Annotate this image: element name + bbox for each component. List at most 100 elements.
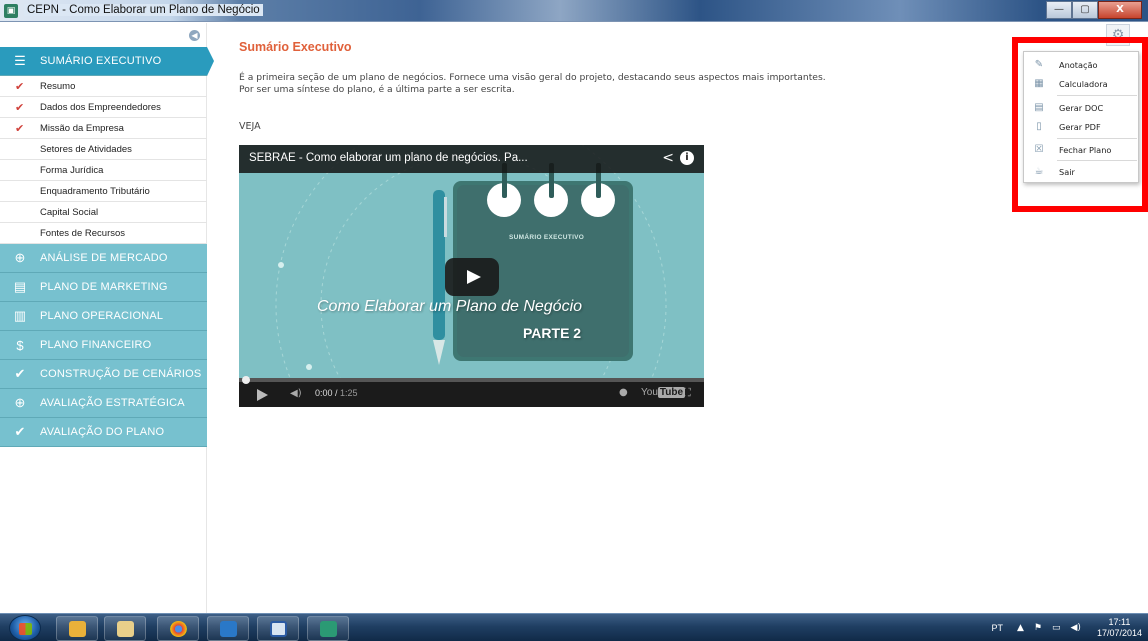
section-label: SUMÁRIO EXECUTIVO [40, 55, 162, 67]
subitem-label: Resumo [40, 81, 76, 92]
collapse-icon[interactable]: ◀ [189, 30, 200, 41]
folder-icon [117, 621, 134, 637]
highlight-box [1012, 37, 1148, 212]
taskbar-app-word[interactable] [257, 616, 299, 641]
sidebar-section-construcao-cenarios[interactable]: ✔ CONSTRUÇÃO DE CENÁRIOS [0, 360, 207, 389]
action-center-icon[interactable]: ⚑ [1034, 623, 1042, 633]
show-hidden-icons-icon[interactable]: ▲ [1017, 623, 1024, 633]
clipboard-icon: ▥ [13, 308, 27, 323]
taskbar-app-outlook[interactable] [56, 616, 98, 641]
subitem-label: Setores de Atividades [40, 144, 132, 155]
taskbar: PT ▲ ⚑ ▭ ◀) 17:11 17/07/2014 [0, 613, 1148, 641]
video-overlay-label: SUMÁRIO EXECUTIVO [509, 234, 585, 241]
share-icon[interactable]: < [662, 150, 674, 166]
progress-handle[interactable] [242, 376, 250, 384]
check-icon: ✔ [14, 366, 26, 381]
sidebar-subitem-setores[interactable]: Setores de Atividades [0, 140, 207, 160]
cepn-app-icon [320, 621, 337, 637]
sidebar-subitem-fontes-recursos[interactable]: Fontes de Recursos [0, 224, 207, 244]
start-button[interactable] [9, 615, 41, 641]
window-titlebar: ▣ CEPN - Como Elaborar um Plano de Negóc… [0, 0, 1148, 22]
taskbar-app-lp[interactable] [207, 616, 249, 641]
sidebar-section-avaliacao-plano[interactable]: ✔ AVALIAÇÃO DO PLANO [0, 418, 207, 447]
section-label: AVALIAÇÃO DO PLANO [40, 426, 165, 438]
word-icon [270, 621, 287, 637]
sidebar-subitem-missao[interactable]: ✔ Missão da Empresa [0, 119, 207, 139]
section-description: É a primeira seção de um plano de negóci… [239, 72, 939, 95]
clock-date: 17/07/2014 [1096, 628, 1142, 638]
system-tray: PT ▲ ⚑ ▭ ◀) 17:11 17/07/2014 [991, 614, 1142, 641]
close-button[interactable]: X [1098, 1, 1142, 19]
video-title[interactable]: SEBRAE - Como elaborar um plano de negóc… [249, 152, 528, 164]
sidebar-section-analise-mercado[interactable]: ⊕ ANÁLISE DE MERCADO [0, 244, 207, 273]
sidebar-subitem-resumo[interactable]: ✔ Resumo [0, 77, 207, 97]
dollar-icon: $ [16, 337, 24, 353]
page-title: Sumário Executivo [239, 40, 352, 54]
minimize-button[interactable]: — [1046, 1, 1072, 19]
play-control-icon[interactable] [257, 389, 268, 401]
chat-icon: ▤ [13, 279, 27, 294]
taskbar-app-explorer[interactable] [104, 616, 146, 641]
subitem-label: Fontes de Recursos [40, 228, 126, 239]
youtube-logo[interactable]: You Tube [641, 387, 686, 398]
subitem-label: Missão da Empresa [40, 123, 124, 134]
section-label: ANÁLISE DE MERCADO [40, 252, 168, 264]
network-icon[interactable]: ▭ [1052, 623, 1061, 633]
taskbar-app-chrome[interactable] [157, 616, 199, 641]
windows-logo-icon [19, 623, 32, 635]
sidebar-section-plano-operacional[interactable]: ▥ PLANO OPERACIONAL [0, 302, 207, 331]
globe-icon: ⊕ [14, 250, 26, 265]
outlook-icon [69, 621, 86, 637]
section-label: AVALIAÇÃO ESTRATÉGICA [40, 397, 185, 409]
app-icon: ▣ [4, 4, 18, 18]
volume-tray-icon[interactable]: ◀) [1071, 623, 1081, 633]
language-indicator[interactable]: PT [991, 623, 1003, 633]
video-overlay-title: Como Elaborar um Plano de Negócio [317, 298, 583, 315]
maximize-button[interactable]: ▢ [1072, 1, 1098, 19]
settings-icon[interactable]: ● [619, 387, 628, 398]
sidebar-section-avaliacao-estrategica[interactable]: ⊕ AVALIAÇÃO ESTRATÉGICA [0, 389, 207, 418]
subitem-label: Forma Jurídica [40, 165, 104, 176]
video-time: 0:00 / 1:25 [315, 388, 358, 398]
sidebar-subitem-forma-juridica[interactable]: Forma Jurídica [0, 161, 207, 181]
check-icon: ✔ [15, 81, 25, 93]
check-icon: ✔ [14, 424, 26, 439]
subitem-label: Enquadramento Tributário [40, 186, 150, 197]
list-icon: ☰ [14, 53, 26, 68]
sidebar-subitem-capital-social[interactable]: Capital Social [0, 203, 207, 223]
video-controls: ◀) 0:00 / 1:25 ● You Tube ⛶ [239, 378, 704, 407]
veja-label: VEJA [239, 121, 261, 132]
lp-app-icon [220, 621, 237, 637]
video-progress-bar[interactable] [239, 376, 704, 384]
section-label: PLANO FINANCEIRO [40, 339, 152, 351]
sidebar-subitem-dados-empreendedores[interactable]: ✔ Dados dos Empreendedores [0, 98, 207, 118]
fullscreen-icon[interactable]: ⛶ [683, 386, 691, 400]
video-title-bar: SEBRAE - Como elaborar um plano de negóc… [239, 145, 704, 173]
crosshair-icon: ⊕ [14, 395, 26, 410]
video-overlay-part: PARTE 2 [523, 325, 582, 341]
subitem-label: Dados dos Empreendedores [40, 102, 161, 113]
sidebar-section-plano-marketing[interactable]: ▤ PLANO DE MARKETING [0, 273, 207, 302]
info-icon[interactable]: i [680, 151, 694, 165]
sidebar-section-plano-financeiro[interactable]: $ PLANO FINANCEIRO [0, 331, 207, 360]
chrome-icon [170, 621, 187, 637]
clock-time: 17:11 [1108, 617, 1131, 627]
check-icon: ✔ [15, 102, 25, 114]
check-icon: ✔ [15, 123, 25, 135]
description-line-2: Por ser uma síntese do plano, é a última… [239, 83, 515, 95]
section-label: CONSTRUÇÃO DE CENÁRIOS [40, 368, 202, 380]
video-player[interactable]: SUMÁRIO EXECUTIVO SEBRAE - Como elaborar… [239, 145, 704, 407]
play-button[interactable] [445, 258, 499, 296]
taskbar-app-cepn[interactable] [307, 616, 349, 641]
sidebar-subitem-enquadramento[interactable]: Enquadramento Tributário [0, 182, 207, 202]
window-title: CEPN - Como Elaborar um Plano de Negócio [24, 4, 263, 16]
section-label: PLANO OPERACIONAL [40, 310, 164, 322]
subitem-label: Capital Social [40, 207, 99, 218]
play-icon [467, 270, 481, 284]
clock[interactable]: 17:11 17/07/2014 [1097, 617, 1142, 639]
section-label: PLANO DE MARKETING [40, 281, 168, 293]
description-line-1: É a primeira seção de um plano de negóci… [239, 72, 826, 83]
volume-icon[interactable]: ◀) [290, 388, 302, 399]
window-controls: — ▢ X [1046, 1, 1142, 19]
sidebar-section-sumario-executivo[interactable]: ☰ SUMÁRIO EXECUTIVO [0, 47, 214, 76]
